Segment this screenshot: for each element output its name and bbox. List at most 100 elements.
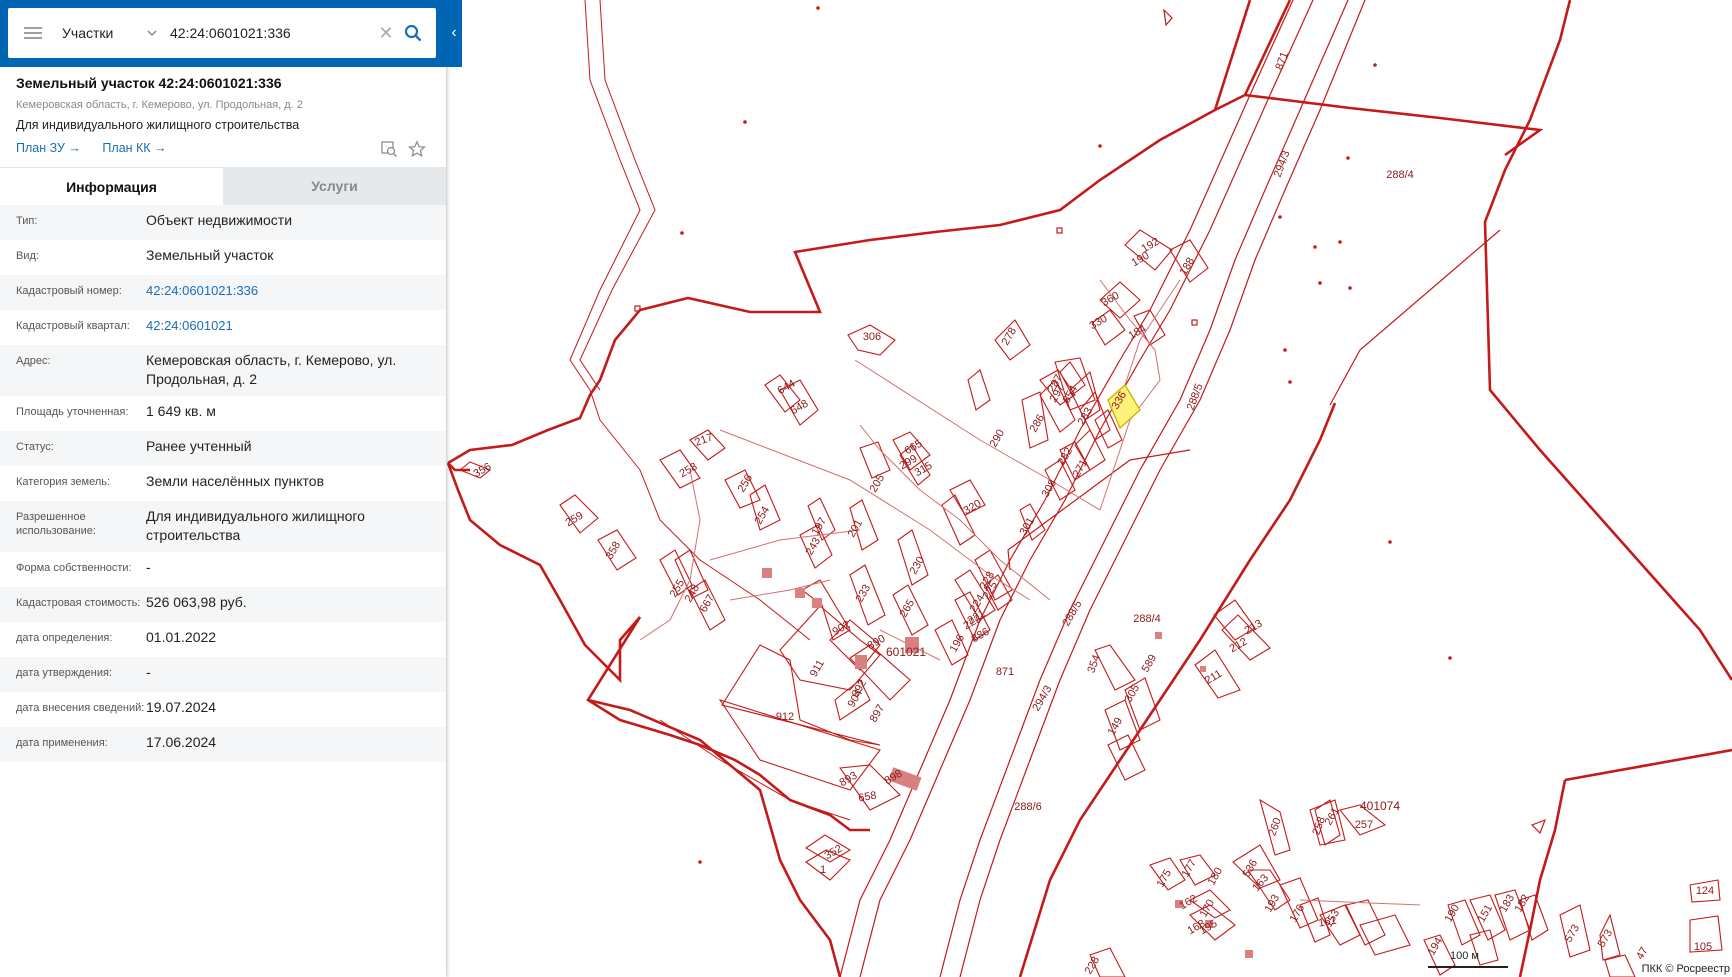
parcel-label: 320 [962, 498, 984, 518]
parcel-label: 898 [883, 768, 905, 788]
attr-value: Кемеровская область, г. Кемерово, ул. Пр… [146, 352, 397, 387]
attribute-table: Тип: Объект недвижимости Вид: Земельный уч… [0, 205, 446, 762]
parcel-label: 354 [1085, 653, 1103, 674]
attr-value: 01.01.2022 [146, 629, 217, 645]
search-input[interactable]: 42:24:0601021:336 [170, 25, 376, 41]
parcel-label: 301 [1018, 516, 1038, 538]
parcel-label: 911 [808, 658, 827, 679]
tab-information[interactable]: Информация [0, 167, 223, 205]
parcel-label: 260 [1266, 816, 1284, 837]
attr-label: Кадастровая стоимость: [16, 597, 141, 609]
cadastral-quarter-link[interactable]: 42:24:0601021 [146, 316, 446, 338]
parcel-label: 336 [1110, 390, 1130, 412]
panel-tabs: Информация Услуги [0, 167, 446, 205]
parcel-label: 105 [1694, 941, 1712, 953]
attr-label: Адрес: [16, 355, 51, 367]
zoom-to-object-icon[interactable] [380, 140, 398, 163]
parcel-label: 197 [810, 516, 830, 538]
parcel-label: 47 [1634, 945, 1651, 962]
plan-kk-link[interactable]: План КК → [102, 141, 166, 155]
parcel-label: 124 [1696, 885, 1714, 897]
parcel-label: 288/5 [1060, 599, 1084, 629]
parcel-label: 256 [736, 473, 756, 495]
parcel-label: 536 [1241, 858, 1261, 880]
parcel-label: 912 [776, 711, 794, 723]
object-header: Земельный участок 42:24:0601021:336 Кеме… [0, 67, 446, 167]
object-address: Кемеровская область, г. Кемерово, ул. Пр… [16, 99, 303, 111]
parcel-label: 601021 [886, 645, 926, 659]
cadastral-number-link[interactable]: 42:24:0601021:336 [146, 281, 446, 303]
parcel-label: 163 [1250, 872, 1271, 894]
attr-value: Для индивидуального жилищного строительс… [146, 508, 365, 543]
parcel-label: 151 [1476, 903, 1496, 925]
attr-row-land-category: Категория земель: Земли населённых пункто… [0, 466, 446, 501]
parcel-label: 180 [1206, 866, 1226, 888]
parcel-label: 228 [1083, 955, 1103, 977]
parcel-label: 196 [948, 633, 968, 655]
attr-label: Кадастровый квартал: [16, 320, 130, 332]
attr-label: Категория земель: [16, 476, 111, 488]
attr-row-approval-date: дата утверждения: - [0, 657, 446, 692]
parcel-label: 286 [1028, 413, 1048, 435]
parcel-label: 890 [866, 633, 888, 653]
parcel-label: 258 [678, 461, 700, 481]
chevron-left-icon[interactable]: ‹ [446, 8, 462, 58]
parcel-label: 401074 [1360, 799, 1400, 813]
attr-row-ownership: Форма собственности: - [0, 552, 446, 587]
parcel-label: 358 [604, 540, 624, 562]
parcel-label: 211 [1203, 668, 1224, 687]
attr-label: Разрешенное использование: [16, 511, 96, 537]
parcel-label: 360 [1100, 290, 1122, 310]
favorite-star-icon[interactable] [408, 140, 426, 163]
attr-value: 1 649 кв. м [146, 403, 216, 419]
attr-row-cadastral-value: Кадастровая стоимость: 526 063,98 руб. [0, 587, 446, 622]
parcel-label: 1 [820, 864, 826, 876]
parcel-label: 644 [776, 378, 798, 398]
search-box: Участки 42:24:0601021:336 ✕ [8, 8, 436, 58]
scale-label: 100 м [1450, 950, 1479, 962]
parcel-label: 294/3 [1030, 684, 1054, 714]
attr-value: Земли населённых пунктов [146, 473, 325, 489]
parcel-label: 308 [1040, 478, 1060, 500]
plan-zu-link[interactable]: План ЗУ → [16, 141, 81, 155]
parcel-label: 259 [564, 510, 586, 530]
parcel-label: 282 [1056, 446, 1076, 468]
map-credits: ПКК © Росреестр [1641, 963, 1730, 975]
layer-select[interactable]: Участки [62, 25, 134, 41]
header-actions [380, 140, 426, 163]
parcel-label: 161 [1317, 915, 1337, 930]
parcel-label: 871 [996, 666, 1014, 678]
parcel-label: 589 [1140, 653, 1160, 675]
parcel-label: 213 [1243, 618, 1265, 638]
tab-services[interactable]: Услуги [223, 167, 446, 205]
object-use: Для индивидуального жилищного строительс… [16, 118, 300, 132]
parcel-label: 265 [898, 598, 918, 620]
parcel-label: 271 [1071, 458, 1091, 480]
attr-value: Земельный участок [146, 247, 274, 263]
parcel-label: 294/3 [1272, 149, 1293, 179]
attr-value: Ранее учтенный [146, 438, 252, 454]
parcel-label: 352 [823, 843, 845, 863]
parcel-label: 306 [863, 331, 881, 343]
close-icon[interactable]: ✕ [376, 23, 396, 43]
chevron-down-icon[interactable] [146, 27, 158, 39]
parcel-label: 162 [1178, 893, 1200, 913]
parcel-label: 288/5 [1185, 382, 1206, 412]
parcel-label: 871 [1273, 50, 1291, 71]
parcel-label: 149 [1106, 716, 1126, 738]
attr-label: дата утверждения: [16, 667, 113, 679]
attr-value: 17.06.2024 [146, 734, 217, 750]
attr-row-permitted-use: Разрешенное использование: Для индивидуал… [0, 501, 446, 552]
search-icon[interactable] [396, 16, 430, 50]
parcel-label: 290 [988, 428, 1008, 450]
parcel-label: 288/6 [1014, 801, 1042, 813]
parcel-label: 893 [838, 770, 860, 790]
parcel-label: 194 [1426, 936, 1446, 958]
attr-label: Площадь уточненная: [16, 406, 129, 418]
scale-bar: 100 м [1428, 950, 1508, 968]
parcel-label: 217 [693, 431, 714, 449]
attr-row-application-date: дата применения: 17.06.2024 [0, 727, 446, 762]
parcel-label: 648 [789, 398, 811, 418]
hamburger-icon[interactable] [24, 26, 42, 40]
attr-value: - [146, 664, 151, 680]
